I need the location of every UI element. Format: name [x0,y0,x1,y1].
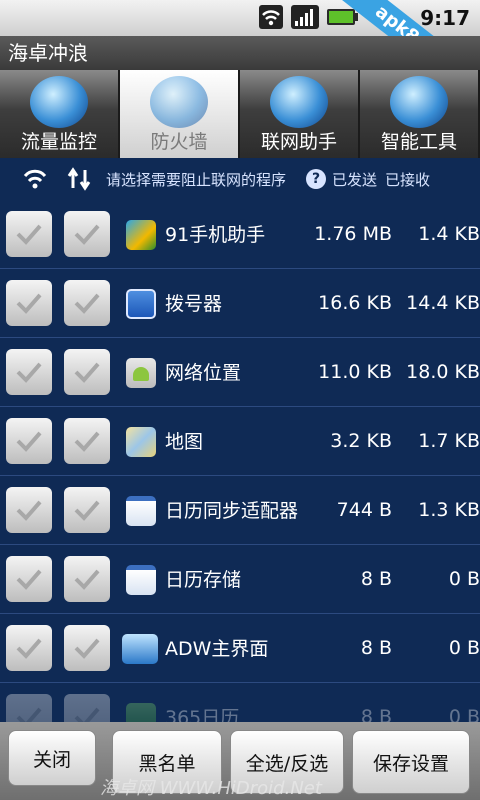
tab-label: 智能工具 [380,131,457,153]
traffic-monitor-icon [30,76,88,128]
app-name: 网络位置 [165,361,242,384]
app-name: 日历同步适配器 [165,499,299,522]
list-item: 地图 3.2 KB 1.7 KB [0,407,480,476]
mobile-data-checkbox[interactable] [64,625,110,671]
list-item: 日历同步适配器 744 B 1.3 KB [0,476,480,545]
mobile-data-checkbox[interactable] [64,349,110,395]
app-sent: 8 B [360,568,392,590]
mobile-data-checkbox[interactable] [64,418,110,464]
wifi-checkbox[interactable] [6,694,52,722]
block-hint-text: 请选择需要阻止联网的程序 [106,170,287,189]
android-network-location-icon [126,358,156,388]
app-received: 14.4 KB [406,292,480,314]
save-settings-button[interactable]: 保存设置 [352,730,470,794]
wifi-checkbox[interactable] [6,487,52,533]
list-item: 拨号器 16.6 KB 14.4 KB [0,269,480,338]
365-calendar-icon [126,703,156,722]
wifi-column-icon[interactable] [22,166,48,192]
tab-traffic-monitor[interactable]: 流量监控 [0,70,120,158]
mobile-data-checkbox[interactable] [64,694,110,722]
app-list[interactable]: 91手机助手 1.76 MB 1.4 KB 拨号器 16.6 KB 14.4 K… [0,200,480,722]
wifi-checkbox[interactable] [6,211,52,257]
app-sent: 11.0 KB [318,361,392,383]
tab-smart-tools[interactable]: 智能工具 [360,70,480,158]
data-transfer-column-icon[interactable] [66,166,92,192]
mobile-data-checkbox[interactable] [64,280,110,326]
list-item: 91手机助手 1.76 MB 1.4 KB [0,200,480,269]
app-title: 海卓冲浪 [0,36,480,70]
maps-icon [126,427,156,457]
status-icons [258,4,360,30]
list-item: ADW主界面 8 B 0 B [0,614,480,683]
app-sent: 8 B [360,637,392,659]
app-name: 91手机助手 [165,223,266,246]
app-received: 0 B [448,568,480,590]
column-received-label: 已接收 [385,170,431,189]
calendar-icon [126,565,156,595]
wifi-checkbox[interactable] [6,556,52,602]
tab-label: 流量监控 [20,131,97,153]
wifi-checkbox[interactable] [6,418,52,464]
signal-icon [291,5,319,29]
tab-label: 防火墙 [150,131,208,153]
network-assistant-icon [270,76,328,128]
adw-launcher-icon [122,634,158,664]
app-received: 1.3 KB [418,499,480,521]
app-sent: 3.2 KB [330,430,392,452]
tab-network-assistant[interactable]: 联网助手 [240,70,360,158]
wifi-icon [259,5,283,29]
app-name: 拨号器 [165,292,223,315]
app-name: 日历存储 [165,568,242,591]
status-time: 9:17 [420,6,470,30]
app-name: ADW主界面 [165,637,269,660]
app-sent: 8 B [360,706,392,722]
app-received: 1.7 KB [418,430,480,452]
firewall-icon [150,76,208,128]
tab-label: 联网助手 [260,131,337,153]
mobile-data-checkbox[interactable] [64,556,110,602]
close-button[interactable]: 关闭 [8,730,96,786]
smart-tools-icon [390,76,448,128]
app-sent: 1.76 MB [314,223,392,245]
app-name: 365日历 [165,706,240,723]
app-received: 0 B [448,637,480,659]
list-item: 365日历 8 B 0 B [0,683,480,722]
app-received: 1.4 KB [418,223,480,245]
app-sent: 16.6 KB [318,292,392,314]
tab-bar: 流量监控 防火墙 联网助手 智能工具 [0,70,480,158]
tab-firewall[interactable]: 防火墙 [120,70,240,158]
wifi-checkbox[interactable] [6,349,52,395]
column-sent-label: 已发送 [332,170,378,189]
mobile-data-checkbox[interactable] [64,211,110,257]
91-assistant-icon [126,220,156,250]
list-item: 网络位置 11.0 KB 18.0 KB [0,338,480,407]
app-received: 0 B [448,706,480,722]
app-sent: 744 B [336,499,392,521]
calendar-icon [126,496,156,526]
wifi-checkbox[interactable] [6,280,52,326]
wifi-checkbox[interactable] [6,625,52,671]
phone-dialer-icon [126,289,156,319]
list-header: 请选择需要阻止联网的程序 ? 已发送 已接收 [0,158,480,200]
app-name: 地图 [165,430,204,453]
app-received: 18.0 KB [406,361,480,383]
mobile-data-checkbox[interactable] [64,487,110,533]
footer-watermark: 海卓网 WWW.HiDroid.Net [100,778,322,799]
help-icon[interactable]: ? [306,169,327,189]
list-item: 日历存储 8 B 0 B [0,545,480,614]
